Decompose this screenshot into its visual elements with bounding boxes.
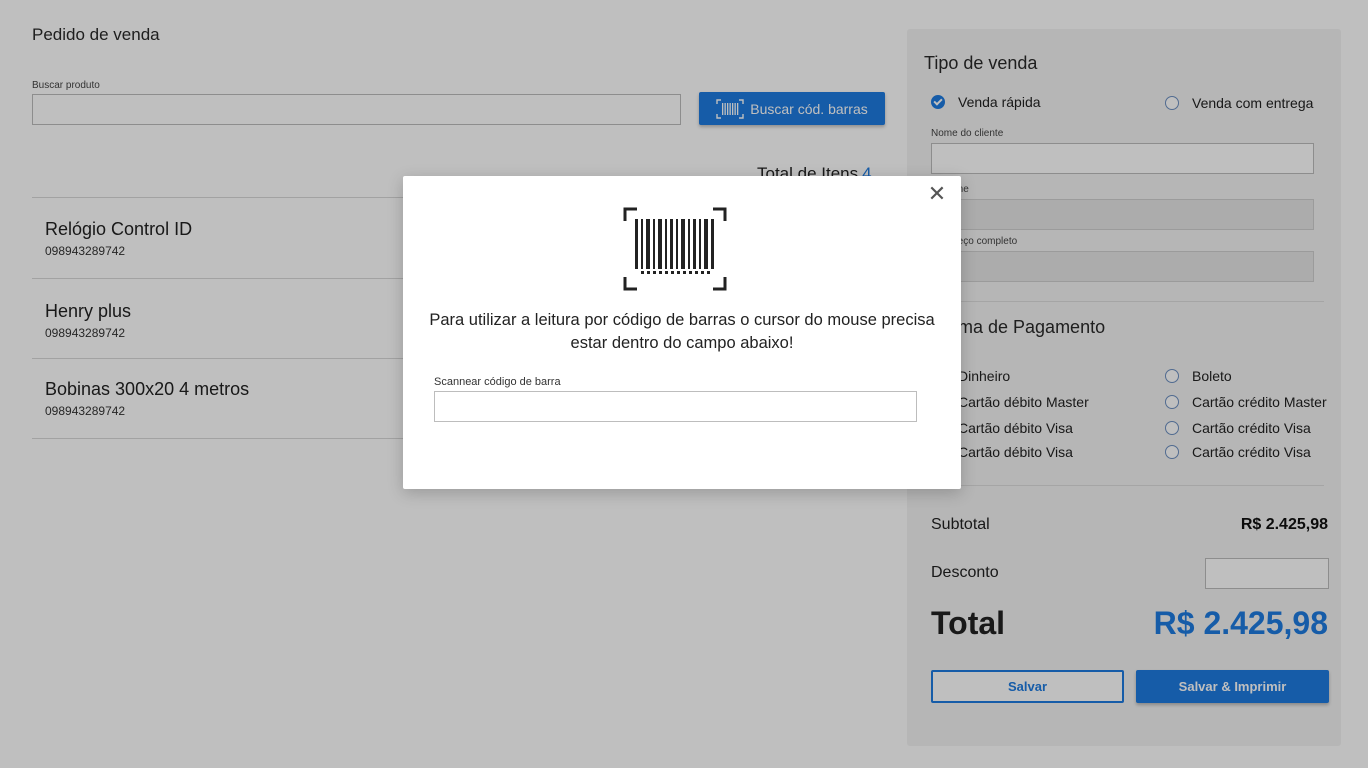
barcode-modal: ✕ Para utilizar a leitura por código de … xyxy=(403,176,961,489)
modal-message: Para utilizar a leitura por código de ba… xyxy=(429,311,935,352)
scan-barcode-input[interactable] xyxy=(434,391,917,422)
scan-barcode-label: Scannear código de barra xyxy=(434,376,561,388)
barcode-scan-icon xyxy=(623,207,727,291)
close-icon[interactable]: ✕ xyxy=(927,184,947,206)
